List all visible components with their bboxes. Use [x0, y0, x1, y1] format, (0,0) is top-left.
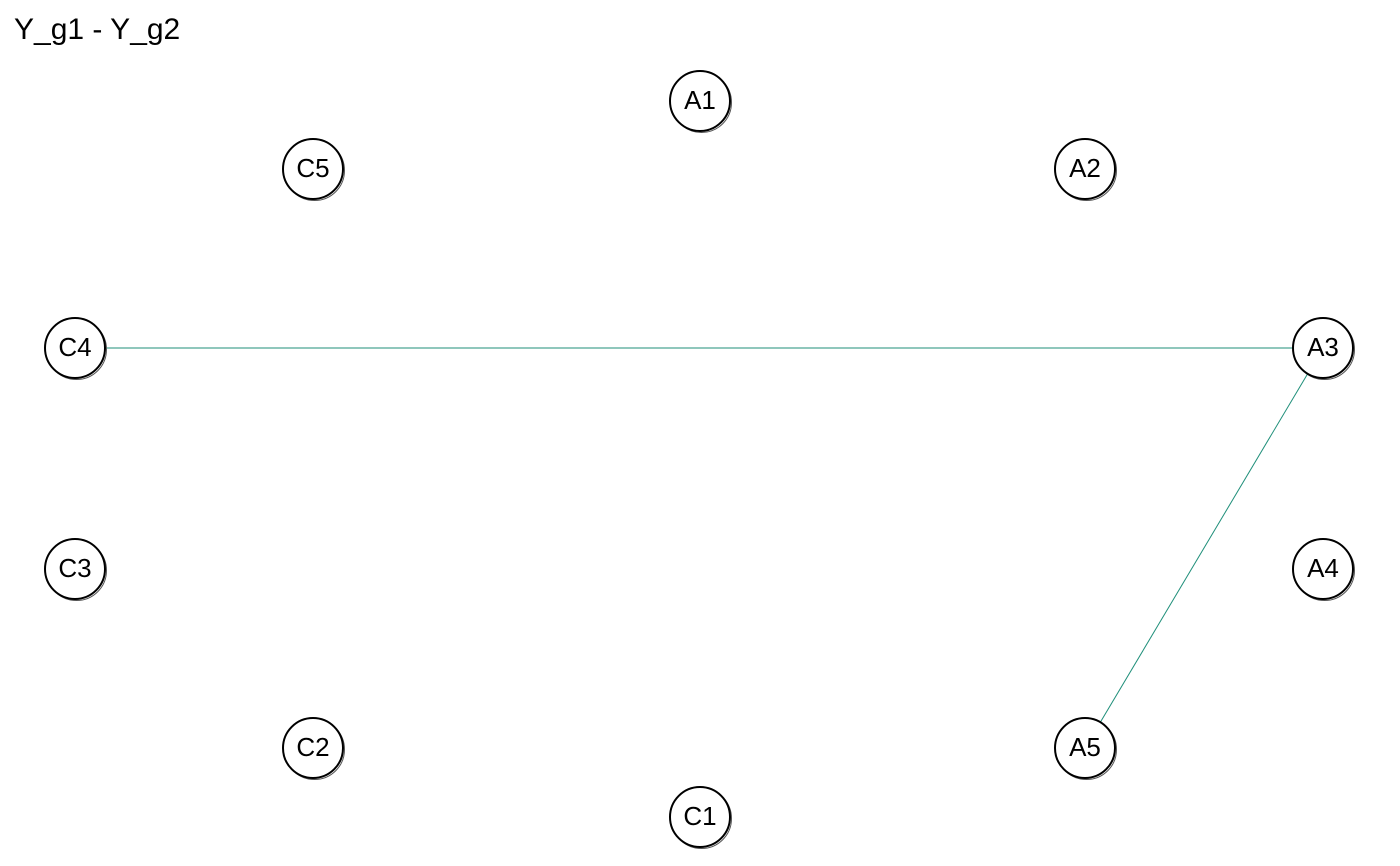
node-layer: A1 A2 A3 A4 A5 C1 C2 C3 C4 C5 [44, 70, 1355, 849]
node-label: C3 [58, 553, 91, 583]
node-c2: C2 [282, 717, 345, 780]
node-label: A5 [1069, 732, 1101, 762]
edge-a3-a5 [1084, 347, 1324, 749]
node-a2: A2 [1054, 138, 1117, 201]
node-c3: C3 [44, 538, 107, 601]
node-a4: A4 [1292, 538, 1355, 601]
node-label: C5 [296, 153, 329, 183]
node-label: A4 [1307, 553, 1339, 583]
node-a5: A5 [1054, 717, 1117, 780]
node-c4: C4 [44, 317, 107, 380]
node-label: C2 [296, 732, 329, 762]
node-label: C4 [58, 332, 91, 362]
node-label: A1 [684, 85, 716, 115]
node-c1: C1 [669, 786, 732, 849]
node-label: A3 [1307, 332, 1339, 362]
node-c5: C5 [282, 138, 345, 201]
node-label: C1 [683, 801, 716, 831]
node-a1: A1 [669, 70, 732, 133]
node-label: A2 [1069, 153, 1101, 183]
node-a3: A3 [1292, 317, 1355, 380]
network-graph: A1 A2 A3 A4 A5 C1 C2 C3 C4 C5 [44, 70, 1355, 849]
edge-layer [75, 347, 1324, 749]
